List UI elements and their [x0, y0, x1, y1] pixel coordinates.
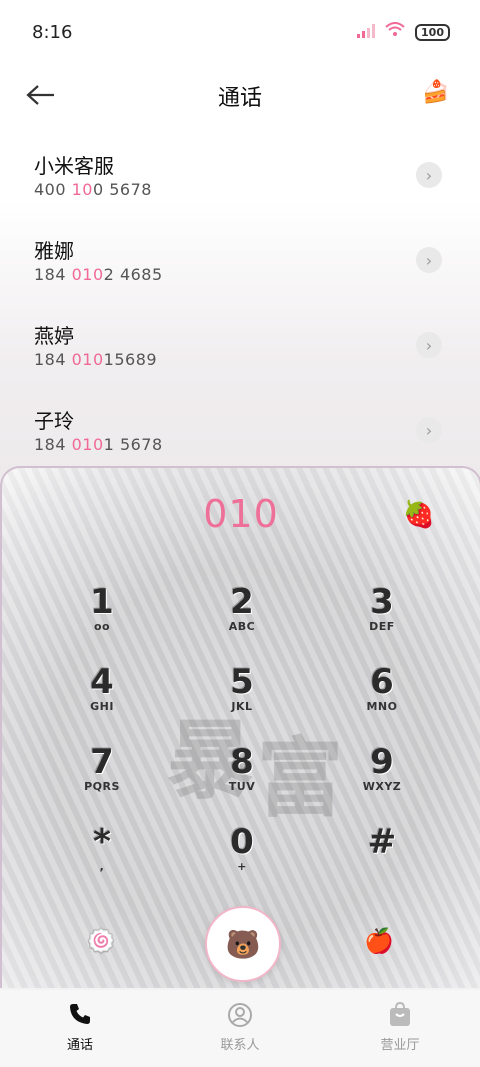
- key-5[interactable]: 5 JKL: [172, 658, 312, 738]
- key-4[interactable]: 4 GHI: [32, 658, 172, 738]
- contact-name: 小米客服: [34, 154, 114, 178]
- apple-icon: 🍎: [364, 927, 394, 955]
- header: 通话 🍰: [0, 64, 480, 128]
- tab-calls[interactable]: 通话: [0, 990, 160, 1067]
- page-title: 通话: [217, 86, 262, 111]
- bag-icon: [320, 1001, 480, 1032]
- status-time: 8:16: [32, 22, 73, 43]
- status-bar: 8:16 100: [0, 0, 480, 64]
- call-button[interactable]: 🐻: [205, 906, 281, 982]
- tab-contacts[interactable]: 联系人: [160, 990, 320, 1067]
- contact-name: 子玲: [34, 409, 74, 433]
- key-8[interactable]: 8 TUV: [172, 738, 312, 818]
- tab-service-hall[interactable]: 营业厅: [320, 990, 480, 1067]
- key-1[interactable]: 1 oo: [32, 578, 172, 658]
- key-hash[interactable]: #: [312, 818, 452, 898]
- cake-icon: 🍰: [422, 79, 450, 105]
- key-3[interactable]: 3 DEF: [312, 578, 452, 658]
- keypad: 1 oo 2 ABC 3 DEF 4 GHI 5 JKL 6 MNO 7 PQRS 8 TUV …: [32, 578, 452, 898]
- key-7[interactable]: 7 PQRS: [32, 738, 172, 818]
- status-icons: 100: [357, 22, 450, 42]
- key-6[interactable]: 6 MNO: [312, 658, 452, 738]
- bear-cake-icon: 🐻: [225, 927, 261, 961]
- delete-button[interactable]: 🍓: [402, 498, 436, 532]
- tab-label: 营业厅: [380, 1038, 420, 1053]
- contact-number: 184 01015689: [34, 350, 158, 369]
- contact-item[interactable]: 雅娜 184 0102 4685 ›: [0, 225, 480, 310]
- key-0[interactable]: 0 +: [172, 818, 312, 898]
- battery-indicator: 100: [415, 23, 450, 41]
- voicemail-icon: oo: [93, 620, 111, 633]
- contact-number: 184 0101 5678: [34, 435, 163, 454]
- person-icon: [160, 1002, 320, 1032]
- cake-theme-button[interactable]: 🍰: [422, 78, 450, 106]
- swiss-roll-icon: 🍥: [86, 927, 116, 955]
- strawberry-cake-icon: 🍓: [402, 500, 436, 530]
- key-9[interactable]: 9 WXYZ: [312, 738, 452, 818]
- contact-number: 184 0102 4685: [34, 265, 163, 284]
- chevron-right-icon[interactable]: ›: [416, 417, 442, 443]
- collapse-dialpad-button[interactable]: 🍥: [86, 926, 116, 956]
- chevron-right-icon[interactable]: ›: [416, 162, 442, 188]
- contact-list: 小米客服 400 100 5678 › 雅娜 184 0102 4685 › 燕…: [0, 140, 480, 480]
- dual-sim-button[interactable]: 🍎: [364, 926, 394, 956]
- key-2[interactable]: 2 ABC: [172, 578, 312, 658]
- contact-number: 400 100 5678: [34, 180, 152, 199]
- wifi-icon: [385, 22, 405, 42]
- contact-item[interactable]: 燕婷 184 01015689 ›: [0, 310, 480, 395]
- dialpad-actions: 🍥 🐻 🍎: [2, 906, 480, 986]
- contact-name: 燕婷: [34, 324, 74, 348]
- phone-icon: [0, 1002, 160, 1032]
- contact-item[interactable]: 小米客服 400 100 5678 ›: [0, 140, 480, 225]
- chevron-right-icon[interactable]: ›: [416, 332, 442, 358]
- tab-label: 联系人: [220, 1038, 260, 1053]
- chevron-right-icon[interactable]: ›: [416, 247, 442, 273]
- tab-label: 通话: [66, 1038, 93, 1053]
- dialpad: 暴 富 010 🍓 1 oo 2 ABC 3 DEF 4 GHI 5 JKL 6 MNO 7…: [0, 466, 480, 988]
- signal-icon: [357, 23, 376, 42]
- tab-bar: 通话 联系人 营业厅: [0, 990, 480, 1067]
- key-star[interactable]: *,: [32, 818, 172, 898]
- contact-name: 雅娜: [34, 239, 74, 263]
